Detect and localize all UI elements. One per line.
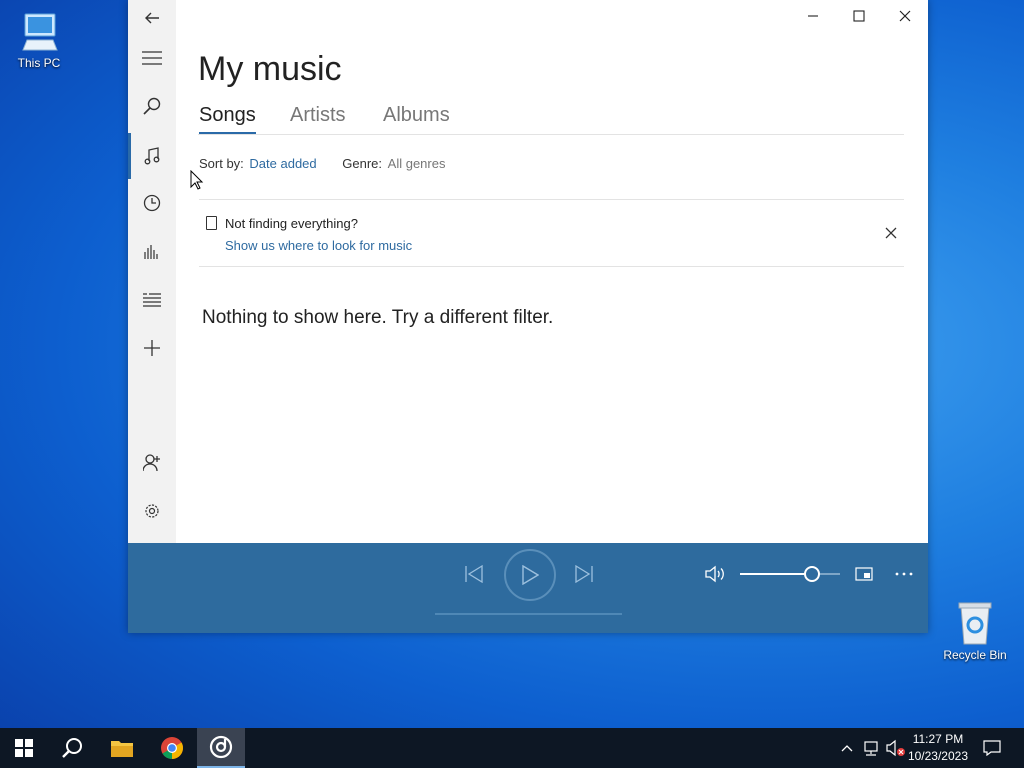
new-playlist-button[interactable] bbox=[128, 330, 176, 366]
volume-thumb[interactable] bbox=[804, 566, 820, 582]
volume-status[interactable] bbox=[884, 728, 908, 768]
filter-row: Sort by: Date added Genre: All genres bbox=[199, 156, 445, 171]
close-window-button[interactable] bbox=[882, 0, 928, 32]
mute-button[interactable] bbox=[702, 561, 730, 587]
minimize-button[interactable] bbox=[790, 0, 836, 32]
account-button[interactable] bbox=[128, 445, 176, 481]
maximize-button[interactable] bbox=[836, 0, 882, 32]
network-status[interactable] bbox=[858, 728, 884, 768]
start-button[interactable] bbox=[0, 728, 48, 768]
nav-my-music[interactable] bbox=[128, 131, 176, 181]
system-clock[interactable]: 11:27 PM 10/23/2023 bbox=[908, 731, 968, 765]
more-options-button[interactable] bbox=[890, 563, 918, 585]
now-playing-bars-icon bbox=[144, 245, 158, 259]
music-location-notice: Not finding everything? Show us where to… bbox=[199, 199, 904, 267]
minimize-icon bbox=[808, 15, 818, 17]
sidebar bbox=[128, 0, 176, 543]
tab-bar: Songs Artists Albums bbox=[198, 104, 904, 135]
menu-button[interactable] bbox=[128, 40, 176, 76]
search-icon bbox=[143, 97, 161, 115]
search-icon bbox=[62, 738, 82, 758]
nav-recent-plays[interactable] bbox=[128, 185, 176, 221]
empty-state-message: Nothing to show here. Try a different fi… bbox=[202, 307, 554, 328]
action-center-button[interactable] bbox=[970, 728, 1014, 768]
computer-icon bbox=[22, 13, 58, 51]
settings-gear-icon bbox=[145, 504, 159, 518]
tab-artists[interactable]: Artists bbox=[290, 104, 346, 127]
genre-dropdown[interactable]: All genres bbox=[388, 156, 446, 171]
add-user-icon bbox=[143, 454, 160, 472]
next-track-icon bbox=[575, 565, 593, 583]
groove-music-icon bbox=[209, 735, 233, 759]
show-hidden-icons-button[interactable] bbox=[836, 728, 858, 768]
mouse-cursor-icon bbox=[190, 170, 204, 190]
add-icon bbox=[144, 340, 160, 356]
volume-fill bbox=[740, 573, 812, 575]
taskbar-file-explorer[interactable] bbox=[98, 728, 146, 768]
chevron-up-icon bbox=[841, 745, 853, 752]
desktop-icon-this-pc[interactable]: This PC bbox=[4, 10, 74, 70]
notification-icon bbox=[983, 740, 1001, 756]
close-icon bbox=[899, 10, 911, 22]
taskbar-search-button[interactable] bbox=[48, 728, 96, 768]
sort-dropdown[interactable]: Date added bbox=[249, 156, 316, 171]
playlists-icon bbox=[143, 293, 161, 307]
mini-player-icon bbox=[855, 567, 873, 581]
next-button[interactable] bbox=[568, 561, 600, 587]
page-title: My music bbox=[198, 50, 342, 88]
taskbar: 11:27 PM 10/23/2023 bbox=[0, 728, 1024, 768]
music-note-icon bbox=[144, 147, 160, 165]
windows-logo-icon bbox=[15, 739, 33, 757]
taskbar-chrome[interactable] bbox=[148, 728, 196, 768]
document-icon bbox=[206, 216, 217, 230]
maximize-icon bbox=[853, 10, 865, 22]
notice-link[interactable]: Show us where to look for music bbox=[225, 238, 412, 253]
play-button[interactable] bbox=[504, 549, 556, 601]
search-button[interactable] bbox=[128, 88, 176, 124]
dismiss-notice-icon[interactable] bbox=[884, 226, 898, 240]
network-icon bbox=[864, 741, 878, 756]
notice-title: Not finding everything? bbox=[225, 216, 358, 231]
recycle-bin-icon bbox=[958, 602, 992, 645]
settings-button[interactable] bbox=[128, 493, 176, 529]
nav-playlists[interactable] bbox=[128, 282, 176, 318]
sort-label: Sort by: bbox=[199, 156, 244, 171]
hamburger-menu-icon bbox=[142, 51, 162, 65]
player-bar bbox=[128, 543, 928, 633]
tab-albums[interactable]: Albums bbox=[383, 104, 450, 127]
speaker-muted-icon bbox=[886, 739, 905, 757]
clock-time: 11:27 PM bbox=[912, 732, 964, 746]
progress-track[interactable] bbox=[435, 613, 622, 615]
desktop-icon-recycle-bin[interactable]: Recycle Bin bbox=[940, 600, 1010, 662]
genre-label: Genre: bbox=[342, 156, 383, 171]
tab-songs[interactable]: Songs bbox=[199, 104, 256, 134]
play-icon bbox=[522, 565, 539, 585]
groove-music-window: My music Songs Artists Albums Sort by: D… bbox=[128, 0, 928, 633]
chrome-icon bbox=[161, 737, 183, 759]
clock-date: 10/23/2023 bbox=[907, 749, 968, 763]
previous-button[interactable] bbox=[458, 561, 490, 587]
back-arrow-icon bbox=[145, 12, 159, 24]
desktop-icon-label: Recycle Bin bbox=[943, 648, 1007, 662]
nav-now-playing[interactable] bbox=[128, 233, 176, 269]
volume-icon bbox=[705, 565, 724, 583]
volume-slider[interactable] bbox=[740, 566, 840, 582]
desktop-icon-label: This PC bbox=[17, 56, 61, 70]
back-button[interactable] bbox=[128, 0, 176, 36]
more-dots-icon bbox=[895, 572, 913, 576]
folder-icon bbox=[111, 741, 133, 757]
mini-view-button[interactable] bbox=[850, 563, 878, 585]
recent-clock-icon bbox=[143, 194, 161, 212]
previous-track-icon bbox=[465, 565, 483, 583]
taskbar-groove-music[interactable] bbox=[197, 728, 245, 768]
